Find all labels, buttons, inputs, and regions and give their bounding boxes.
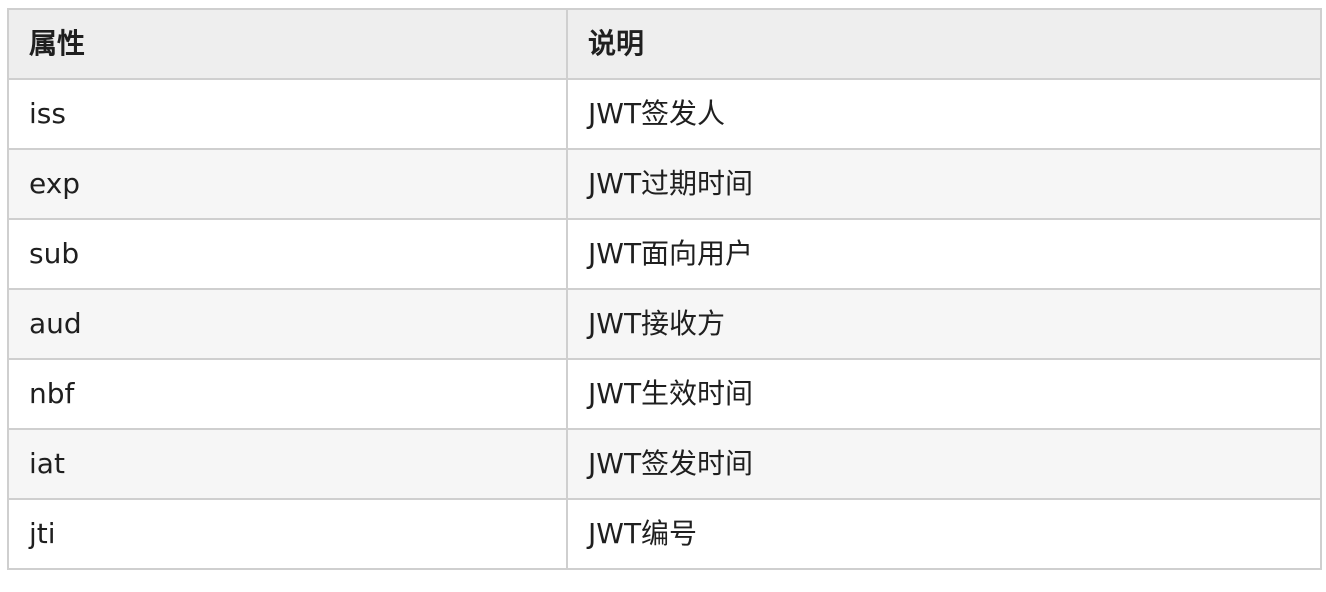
- table-row: iat JWT签发时间: [7, 428, 1322, 500]
- cell-property: aud: [7, 288, 568, 360]
- table-row: aud JWT接收方: [7, 288, 1322, 360]
- cell-description: JWT过期时间: [566, 148, 1322, 220]
- cell-property: jti: [7, 498, 568, 570]
- cell-property: sub: [7, 218, 568, 290]
- header-property: 属性: [7, 8, 568, 80]
- cell-property: exp: [7, 148, 568, 220]
- cell-description: JWT签发时间: [566, 428, 1322, 500]
- table-header-row: 属性 说明: [7, 8, 1322, 80]
- cell-property: iat: [7, 428, 568, 500]
- header-description: 说明: [566, 8, 1322, 80]
- cell-description: JWT编号: [566, 498, 1322, 570]
- table-row: iss JWT签发人: [7, 78, 1322, 150]
- cell-property: iss: [7, 78, 568, 150]
- jwt-claims-table-container: 属性 说明 iss JWT签发人 exp JWT过期时间 sub JWT面向用户…: [7, 8, 1322, 570]
- cell-description: JWT签发人: [566, 78, 1322, 150]
- table-row: jti JWT编号: [7, 498, 1322, 570]
- cell-description: JWT面向用户: [566, 218, 1322, 290]
- cell-description: JWT生效时间: [566, 358, 1322, 430]
- cell-property: nbf: [7, 358, 568, 430]
- cell-description: JWT接收方: [566, 288, 1322, 360]
- jwt-claims-table: 属性 说明 iss JWT签发人 exp JWT过期时间 sub JWT面向用户…: [7, 8, 1322, 570]
- table-row: nbf JWT生效时间: [7, 358, 1322, 430]
- table-row: exp JWT过期时间: [7, 148, 1322, 220]
- table-row: sub JWT面向用户: [7, 218, 1322, 290]
